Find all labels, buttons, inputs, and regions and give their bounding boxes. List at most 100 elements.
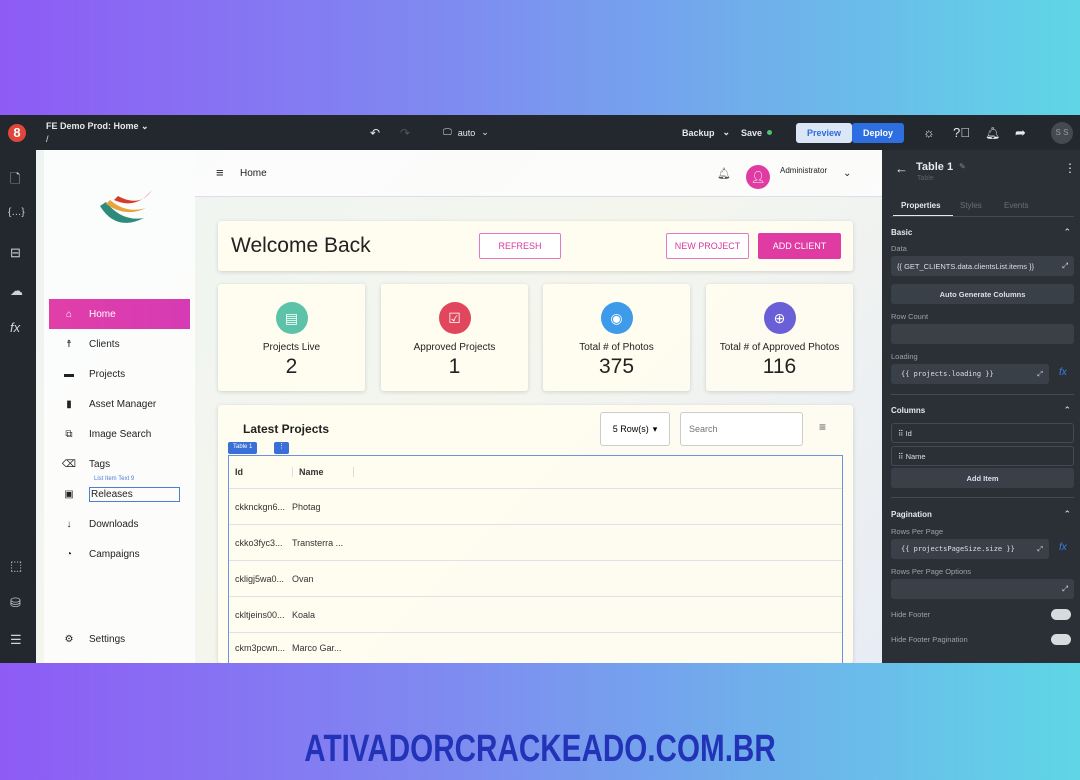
bell-icon[interactable]: 🔔︎: [985, 115, 1000, 150]
sidebar-item-label: Campaigns: [89, 548, 140, 560]
sidebar-item-campaigns[interactable]: ◔ Campaigns: [49, 539, 190, 569]
user-avatar-icon[interactable]: 👤︎: [746, 165, 770, 189]
auto-generate-columns-button[interactable]: Auto Generate Columns: [891, 284, 1074, 304]
bell-icon[interactable]: 🔔︎: [717, 167, 731, 180]
expand-icon[interactable]: ⤢: [1062, 261, 1068, 271]
loading-value: {{ projects.loading }}: [901, 370, 994, 378]
cloud-icon[interactable]: ☁: [10, 283, 23, 299]
sidebar-item-asset-manager[interactable]: ▮ Asset Manager: [49, 389, 190, 419]
sidebar-item-image-search[interactable]: ⧉ Image Search: [49, 419, 190, 449]
column-item-label: Id: [905, 428, 912, 438]
preview-button[interactable]: Preview: [796, 122, 853, 143]
save-button[interactable]: Save: [741, 115, 773, 150]
app-logo[interactable]: 8: [8, 124, 26, 142]
rows-per-page-field[interactable]: {{ projectsPageSize.size }} ⤢: [891, 539, 1049, 559]
rows-per-page-options-field[interactable]: ⤢: [891, 579, 1074, 599]
component-name[interactable]: Table 1: [916, 161, 953, 173]
pencil-icon[interactable]: ✎: [959, 162, 966, 171]
variables-icon[interactable]: {…}: [8, 207, 25, 218]
table-row[interactable]: ckko3fyc3... Transterra ...: [229, 524, 842, 560]
chevron-up-icon[interactable]: ⌃: [1063, 227, 1071, 238]
expand-icon[interactable]: ⤢: [1037, 545, 1043, 554]
sidebar-item-label: Projects: [89, 368, 126, 380]
row-count-field[interactable]: [891, 324, 1074, 344]
download-icon: ↓: [66, 518, 72, 530]
drag-handle-icon[interactable]: ⠿: [898, 452, 906, 461]
column-item[interactable]: ⠿ Id: [891, 423, 1074, 443]
sidebar-item-tags[interactable]: ⌫ Tags: [49, 449, 190, 479]
chevron-up-icon[interactable]: ⌃: [1063, 405, 1071, 416]
table-selection-tag[interactable]: Table 1: [228, 442, 258, 454]
function-icon[interactable]: fx: [10, 320, 20, 335]
expand-icon[interactable]: ⤢: [1062, 584, 1068, 594]
chevron-up-icon[interactable]: ⌃: [1063, 509, 1071, 520]
frame-icon[interactable]: ⬚: [10, 558, 22, 574]
sidebar-item-downloads[interactable]: ↓ Downloads: [49, 509, 190, 539]
row-count-label: Row Count: [891, 312, 929, 321]
sliders-icon[interactable]: ☰: [10, 632, 22, 648]
chevron-down-icon[interactable]: ⌄: [843, 168, 851, 179]
tab-events[interactable]: Events: [1004, 201, 1028, 210]
column-header-name[interactable]: Name: [292, 467, 354, 477]
sidebar-item-label: Asset Manager: [89, 398, 157, 410]
menu-icon[interactable]: ≡: [216, 165, 224, 180]
share-icon[interactable]: ➦: [1015, 115, 1026, 150]
section-basic[interactable]: Basic: [891, 228, 912, 237]
sidebar-item-home[interactable]: ⌂ Home: [49, 299, 190, 329]
projects-table[interactable]: Id Name ckknckgn6... Photag ckko3fyc3... Tr…: [228, 455, 843, 663]
app-title[interactable]: FE Demo Prod: Home ⌄: [46, 121, 149, 132]
gear-icon: ⚙: [64, 633, 74, 645]
more-vert-icon[interactable]: ⋮: [1064, 161, 1076, 175]
viewport-select[interactable]: 🖵 auto ⌄: [443, 115, 489, 150]
avatar[interactable]: S S: [1051, 121, 1073, 144]
section-pagination[interactable]: Pagination: [891, 510, 932, 519]
table-row[interactable]: ckltjeins00... Koala: [229, 596, 842, 632]
table-row[interactable]: ckligj5wa0... Ovan: [229, 560, 842, 596]
function-icon[interactable]: fx: [1059, 367, 1067, 378]
design-canvas[interactable]: ⌂ Home ☨ Clients ▬ Projects ▮ Asset Manager …: [36, 150, 882, 663]
rows-per-page-value: {{ projectsPageSize.size }}: [901, 545, 1015, 553]
hide-footer-toggle[interactable]: [1051, 609, 1071, 620]
stat-value: 1: [448, 355, 461, 378]
expand-icon[interactable]: ⤢: [1037, 370, 1043, 379]
function-icon[interactable]: fx: [1059, 542, 1067, 553]
sidebar-item-clients[interactable]: ☨ Clients: [49, 329, 190, 359]
help-icon[interactable]: ?⃝: [953, 115, 970, 150]
redo-icon[interactable]: ↷: [400, 115, 410, 150]
undo-icon[interactable]: ↶: [370, 115, 380, 150]
sidebar-item-releases[interactable]: ▣ Releases: [49, 479, 190, 509]
add-item-button[interactable]: Add Item: [891, 468, 1074, 488]
loading-field[interactable]: {{ projects.loading }} ⤢: [891, 364, 1049, 384]
more-vert-icon[interactable]: ⋮: [274, 442, 289, 454]
deploy-button[interactable]: Deploy: [852, 122, 905, 143]
filter-icon[interactable]: ≡: [819, 420, 826, 434]
page-icon[interactable]: 🗋: [10, 170, 20, 192]
sidebar-item-projects[interactable]: ▬ Projects: [49, 359, 190, 389]
tab-styles[interactable]: Styles: [960, 201, 982, 210]
tree-icon[interactable]: ⊟: [10, 245, 21, 261]
table-row[interactable]: ckm3pcwn... Marco Gar...: [229, 632, 842, 662]
search-input[interactable]: [680, 412, 803, 446]
theme-sun-icon[interactable]: ☼: [923, 115, 935, 150]
tab-properties[interactable]: Properties: [901, 201, 941, 210]
column-header-id[interactable]: Id: [229, 467, 292, 477]
add-client-button[interactable]: ADD CLIENT: [758, 233, 841, 259]
drag-handle-icon[interactable]: ⠿: [898, 429, 906, 438]
cell-name: Marco Gar...: [292, 642, 342, 653]
rows-per-page-select[interactable]: 5 Row(s) ▾: [600, 412, 670, 446]
sidebar-item-label: Clients: [89, 338, 120, 350]
new-project-button[interactable]: NEW PROJECT: [666, 233, 749, 259]
data-field[interactable]: {{ GET_CLIENTS.data.clientsList.items }}…: [891, 256, 1074, 276]
refresh-button[interactable]: REFRESH: [479, 233, 561, 259]
database-icon[interactable]: ⛁: [10, 595, 21, 611]
table-row[interactable]: ckknckgn6... Photag: [229, 488, 842, 524]
backup-button[interactable]: Backup ⌄: [682, 115, 730, 150]
rows-per-page-label: Rows Per Page: [891, 527, 944, 536]
section-title: Latest Projects: [243, 422, 330, 436]
back-arrow-icon[interactable]: ←: [895, 161, 908, 176]
hide-footer-pagination-toggle[interactable]: [1051, 634, 1071, 645]
sidebar-item-settings[interactable]: ⚙ Settings: [49, 624, 190, 654]
section-columns[interactable]: Columns: [891, 406, 925, 415]
column-item[interactable]: ⠿ Name: [891, 446, 1074, 466]
clipboard-icon: ▤: [275, 302, 308, 334]
